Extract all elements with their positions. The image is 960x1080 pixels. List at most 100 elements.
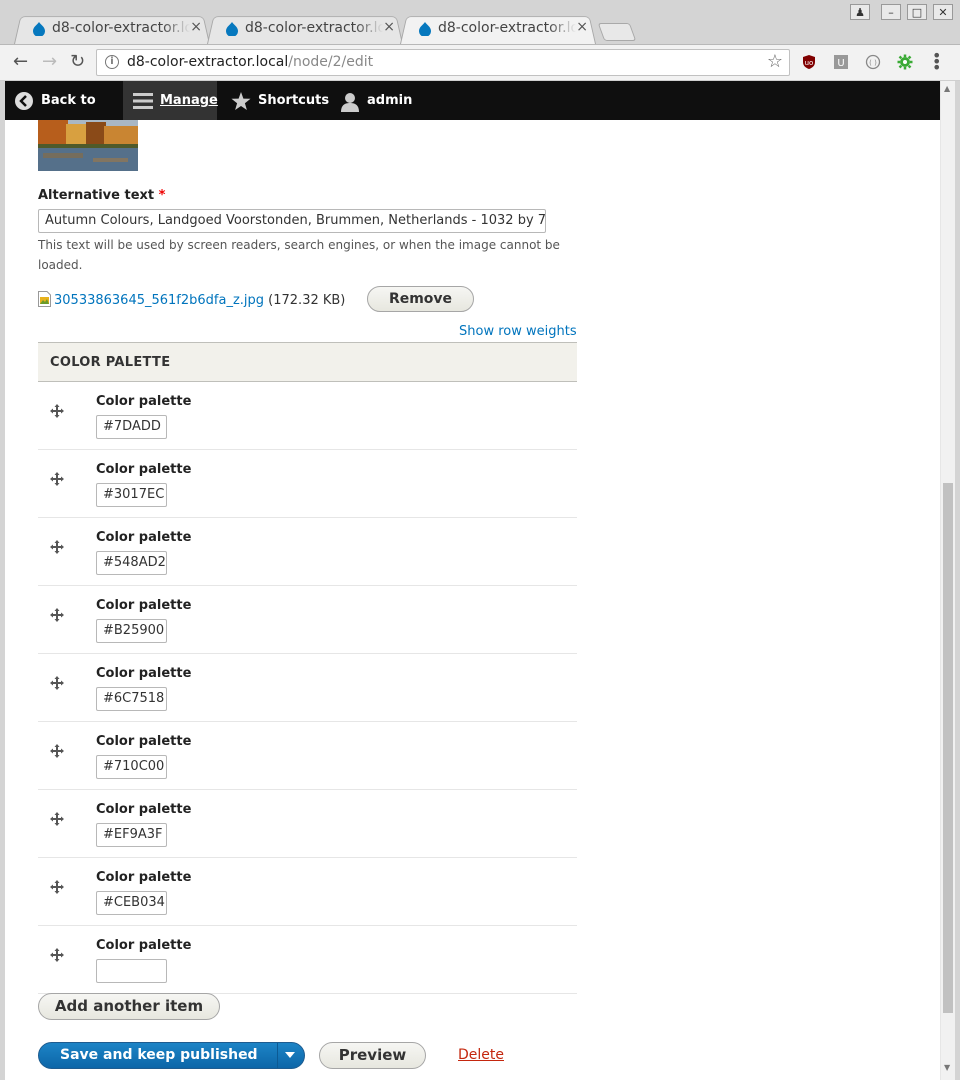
browser-tab-strip: d8-color-extractor.local × d8-color-extr… [0,0,960,45]
tab-title: d8-color-extractor.local [245,20,383,36]
color-palette-label: Color palette [96,938,192,953]
maximize-icon[interactable]: □ [907,4,927,20]
scroll-up-icon[interactable]: ▲ [944,84,950,93]
shortcuts-label: Shortcuts [258,93,330,108]
drag-handle-icon[interactable] [50,948,64,962]
color-palette-table: COLOR PALETTE Color palette #7DADD Color p… [38,342,577,994]
save-button-label: Save and keep published [60,1047,258,1063]
drag-handle-icon[interactable] [50,744,64,758]
dropdown-caret-icon[interactable] [285,1052,295,1058]
color-value-input[interactable]: #548AD2 [96,551,167,575]
image-thumbnail[interactable] [38,120,138,171]
palette-row: Color palette #548AD2 [38,518,577,586]
tab-close-icon[interactable]: × [383,19,395,35]
back-arrow-icon[interactable]: ← [13,51,28,72]
color-value-input[interactable] [96,959,167,983]
admin-toolbar: Back to site Manage Shortcuts admin [5,81,940,147]
add-another-item-button[interactable]: Add another item [38,993,220,1020]
color-value-input[interactable]: #B25900 [96,619,167,643]
color-value-input[interactable]: #EF9A3F [96,823,167,847]
split-button-divider [277,1043,278,1068]
palette-row: Color palette #710C00 [38,722,577,790]
minimize-icon[interactable]: – [881,4,901,20]
tab-title: d8-color-extractor.local [52,20,190,36]
browser-tab[interactable]: d8-color-extractor.local × [14,14,210,44]
palette-row: Color palette #7DADD [38,382,577,450]
color-palette-label: Color palette [96,598,192,613]
preview-button[interactable]: Preview [319,1042,426,1069]
palette-row: Color palette [38,926,577,994]
profile-icon[interactable]: ♟ [850,4,870,20]
table-header: COLOR PALETTE [38,342,577,382]
color-value-input[interactable]: #6C7518 [96,687,167,711]
manage-tab[interactable]: Manage [123,81,218,120]
color-palette-label: Color palette [96,666,192,681]
node-edit-form: Alternative text * Autumn Colours, Landg… [5,120,940,1080]
drag-handle-icon[interactable] [50,404,64,418]
color-palette-label: Color palette [96,530,192,545]
color-value-input[interactable]: #710C00 [96,755,167,779]
shortcuts-tab[interactable]: Shortcuts [217,81,329,120]
back-to-site-link[interactable]: Back to site [5,81,123,147]
close-window-icon[interactable]: ✕ [933,4,953,20]
extension-circle-icon[interactable]: ( ) [865,54,881,70]
svg-text:U: U [837,58,844,69]
palette-row: Color palette #3017EC [38,450,577,518]
drag-handle-icon[interactable] [50,880,64,894]
bookmark-star-icon[interactable]: ☆ [767,51,783,72]
alt-text-description: This text will be used by screen readers… [38,238,560,272]
ublock-extension-icon[interactable]: uo [801,54,817,70]
scroll-down-icon[interactable]: ▼ [944,1063,950,1072]
info-icon[interactable]: i [105,55,119,69]
scrollbar-thumb[interactable] [943,483,953,1013]
color-palette-label: Color palette [96,734,192,749]
extension-gear-icon[interactable] [897,54,913,70]
drag-handle-icon[interactable] [50,472,64,486]
color-value-input[interactable]: #CEB034 [96,891,167,915]
page-scrollbar[interactable]: ▲ ▼ [940,81,956,1080]
drag-handle-icon[interactable] [50,608,64,622]
save-button[interactable]: Save and keep published [38,1042,305,1069]
remove-button[interactable]: Remove [367,286,474,312]
drupal-favicon-icon [226,22,238,36]
new-tab-button[interactable] [597,23,637,41]
svg-text:( ): ( ) [869,59,877,67]
file-size: (172.32 KB) [268,293,346,308]
delete-link[interactable]: Delete [458,1047,504,1063]
browser-menu-icon[interactable]: • • • [932,48,941,76]
browser-toolbar: ← → ↻ i d8-color-extractor.local/node/2/… [0,45,960,81]
color-palette-label: Color palette [96,870,192,885]
drag-handle-icon[interactable] [50,812,64,826]
forward-arrow-icon[interactable]: → [42,51,57,72]
tab-close-icon[interactable]: × [576,19,588,35]
color-palette-label: Color palette [96,802,192,817]
show-row-weights-link[interactable]: Show row weights [459,324,577,339]
file-info: 30533863645_561f2b6dfa_z.jpg (172.32 KB) [38,291,345,308]
drag-handle-icon[interactable] [50,676,64,690]
color-palette-label: Color palette [96,394,192,409]
extension-u-icon[interactable]: U [833,54,849,70]
user-tab[interactable]: admin [325,81,415,120]
image-file-icon [38,291,51,307]
user-label: admin [367,93,413,108]
hamburger-icon [133,93,153,109]
address-bar[interactable]: i d8-color-extractor.local/node/2/edit ☆ [96,49,790,76]
palette-row: Color palette #CEB034 [38,858,577,926]
star-icon [231,92,251,110]
palette-row: Color palette #B25900 [38,586,577,654]
alt-text-input[interactable]: Autumn Colours, Landgoed Voorstonden, Br… [38,209,546,233]
color-value-input[interactable]: #3017EC [96,483,167,507]
color-palette-label: Color palette [96,462,192,477]
color-value-input[interactable]: #7DADD [96,415,167,439]
palette-row: Color palette #EF9A3F [38,790,577,858]
url-text: d8-color-extractor.local/node/2/edit [127,54,374,70]
drupal-favicon-icon [33,22,45,36]
browser-tab-active[interactable]: d8-color-extractor.local × [400,14,596,44]
drupal-favicon-icon [419,22,431,36]
palette-row: Color palette #6C7518 [38,654,577,722]
reload-icon[interactable]: ↻ [70,51,85,72]
drag-handle-icon[interactable] [50,540,64,554]
browser-tab[interactable]: d8-color-extractor.local × [207,14,403,44]
tab-close-icon[interactable]: × [190,19,202,35]
file-link[interactable]: 30533863645_561f2b6dfa_z.jpg [54,293,264,308]
